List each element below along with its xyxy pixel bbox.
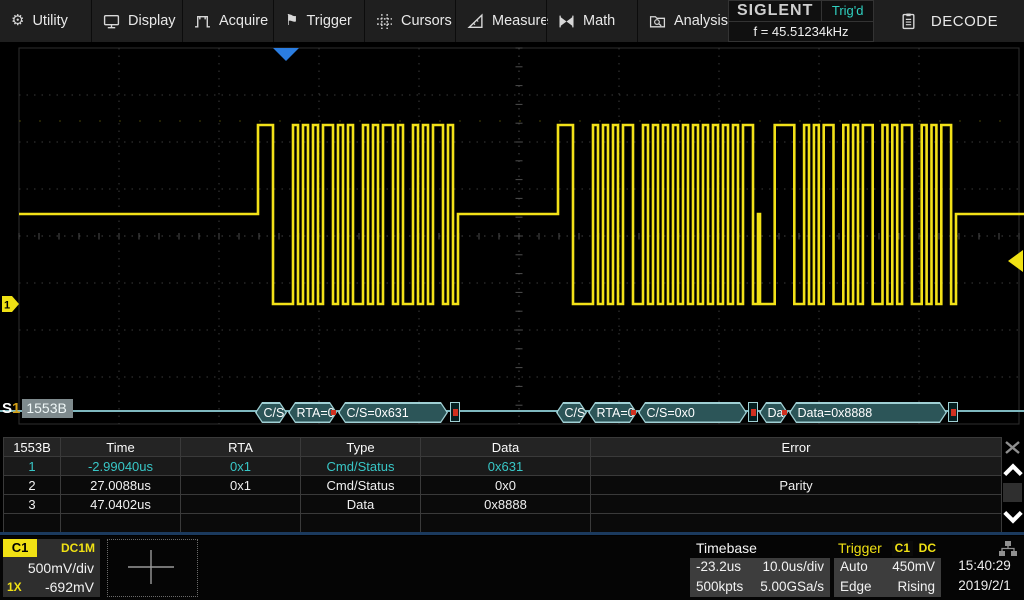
trigger-panel[interactable]: Trigger C1 DC Auto 450mV Edge Rising <box>834 539 941 597</box>
empty-channel-slot <box>107 539 198 597</box>
logo-block: SIGLENT Trig'd f = 45.51234kHz <box>728 0 874 42</box>
trigger-position-marker[interactable] <box>273 48 299 61</box>
decode-bus-label[interactable]: S 1 1553B <box>2 398 73 419</box>
menu-item-decode[interactable]: DECODE <box>874 0 1024 42</box>
bus-source-index: 1 <box>12 400 20 417</box>
menu-item-label: Trigger <box>306 13 351 29</box>
scroll-down-button[interactable] <box>1001 504 1024 530</box>
table-close-button[interactable] <box>1001 437 1024 457</box>
decode-bubbles: C/SRTA=0xC/S=0x631C/SRTA=0xC/S=0x0DataDa… <box>0 402 1024 423</box>
channel1-badge: C1 <box>3 539 37 557</box>
menu-item-acquire[interactable]: Acquire <box>182 0 273 42</box>
menu-item-cursors[interactable]: Cursors <box>364 0 455 42</box>
gear-icon: ⚙ <box>11 13 24 29</box>
cursors-icon <box>376 13 393 30</box>
bus-source-prefix: S <box>2 400 12 417</box>
timebase-points: 500kpts <box>696 579 743 594</box>
waveform-display: 1 S 1 1553B C/SRTA=0xC/S=0x631C/SRTA=0xC… <box>0 44 1024 440</box>
trigger-status-badge: Trig'd <box>821 1 873 21</box>
decode-error-marker <box>748 402 758 422</box>
scroll-up-button[interactable] <box>1001 458 1024 481</box>
clock-date: 2019/2/1 <box>945 578 1024 593</box>
menu-item-analysis[interactable]: Analysis <box>637 0 728 42</box>
menu-bar: ⚙ Utility Display Acquire ⚑ Trigger Cursors Mea… <box>0 0 1024 44</box>
menu-item-label: Measure <box>492 13 548 29</box>
decode-bubble: Data <box>759 402 788 423</box>
decode-icon <box>900 13 917 30</box>
table-row[interactable] <box>4 514 1002 533</box>
timebase-delay: -23.2us <box>696 559 741 574</box>
status-bar: C1 DC1M 500mV/div 1X -692mV Timebase -23… <box>0 536 1024 600</box>
decode-bubble: C/S <box>255 402 287 423</box>
menu-item-display[interactable]: Display <box>91 0 182 42</box>
acquire-icon <box>194 13 211 30</box>
trigger-slope: Rising <box>897 579 935 594</box>
menu-item-math[interactable]: Math <box>546 0 637 42</box>
trigger-type: Edge <box>840 579 872 594</box>
menu-item-label: Display <box>128 13 176 29</box>
menu-item-label: Analysis <box>674 13 728 29</box>
network-icon <box>998 540 1018 557</box>
timebase-scale: 10.0us/div <box>762 559 824 574</box>
menu-item-label: Cursors <box>401 13 452 29</box>
menu-item-label: Acquire <box>219 13 268 29</box>
channel1-zero-label: 1 <box>4 300 10 312</box>
trigger-level: 450mV <box>892 559 935 574</box>
decode-error-marker <box>948 402 958 422</box>
waveform-layer: 1 <box>0 44 1024 440</box>
menu-item-label: Math <box>583 13 615 29</box>
menu-item-label: Utility <box>32 13 67 29</box>
truncation-dot <box>782 410 787 415</box>
table-header-row: 1553BTimeRTATypeDataError <box>4 438 1002 457</box>
waveform-trace <box>19 125 1024 304</box>
oscilloscope-screen: ⚙ Utility Display Acquire ⚑ Trigger Cursors Mea… <box>0 0 1024 600</box>
decode-label: DECODE <box>931 13 998 30</box>
decode-bubble: C/S <box>556 402 587 423</box>
menu-item-utility[interactable]: ⚙ Utility <box>0 0 91 42</box>
timebase-samplerate: 5.00GSa/s <box>760 579 824 594</box>
decode-bubble: RTA=0x <box>588 402 637 423</box>
crosshair-icon <box>108 540 195 594</box>
channel1-probe: 1X <box>7 580 22 594</box>
table-row[interactable]: 1-2.99040us0x1Cmd/Status0x631 <box>4 457 1002 476</box>
table-bottom-divider <box>0 532 1024 535</box>
decode-bubble: C/S=0x631 <box>338 402 448 423</box>
decode-bubble: C/S=0x0 <box>638 402 747 423</box>
timebase-title: Timebase <box>696 540 757 556</box>
frequency-readout: f = 45.51234kHz <box>729 22 873 42</box>
channel1-descriptor[interactable]: C1 DC1M 500mV/div 1X -692mV <box>3 539 100 597</box>
table-row[interactable]: 227.0088us0x1Cmd/Status0x0Parity <box>4 476 1002 495</box>
menu-item-measure[interactable]: Measure <box>455 0 546 42</box>
channel1-scale: 500mV/div <box>28 560 94 576</box>
display-icon <box>103 13 120 30</box>
channel1-offset: -692mV <box>45 579 94 595</box>
decode-bubble: Data=0x8888 <box>789 402 947 423</box>
decode-bubble: RTA=0x <box>288 402 337 423</box>
decode-table: 1553BTimeRTATypeDataError1-2.99040us0x1C… <box>3 437 1002 533</box>
trigger-title: Trigger <box>838 540 882 556</box>
trigger-level-marker[interactable] <box>1008 250 1023 272</box>
truncation-dot <box>631 410 636 415</box>
table-row[interactable]: 347.0402us Data0x8888 <box>4 495 1002 514</box>
bus-protocol-badge: 1553B <box>22 399 72 418</box>
menu-item-trigger[interactable]: ⚑ Trigger <box>273 0 364 42</box>
timebase-panel[interactable]: Timebase -23.2us 10.0us/div 500kpts 5.00… <box>690 539 830 597</box>
scrollbar-thumb[interactable] <box>1003 483 1022 502</box>
clock-time: 15:40:29 <box>945 558 1024 573</box>
trigger-source-badge: C1 <box>892 541 913 556</box>
decode-error-marker <box>450 402 460 422</box>
channel1-coupling: DC1M <box>61 541 95 555</box>
math-icon <box>558 13 575 30</box>
trigger-coupling: DC <box>919 541 936 555</box>
datetime-box: 15:40:29 2019/2/1 <box>945 539 1024 597</box>
measure-icon <box>467 13 484 30</box>
trigger-mode: Auto <box>840 559 868 574</box>
truncation-dot <box>331 410 336 415</box>
decode-table-wrap: 1553BTimeRTATypeDataError1-2.99040us0x1C… <box>3 437 1001 533</box>
analysis-icon <box>649 13 666 30</box>
siglent-logo: SIGLENT <box>729 2 821 20</box>
flag-icon: ⚑ <box>285 13 298 29</box>
table-scroll-controls <box>1001 437 1024 532</box>
